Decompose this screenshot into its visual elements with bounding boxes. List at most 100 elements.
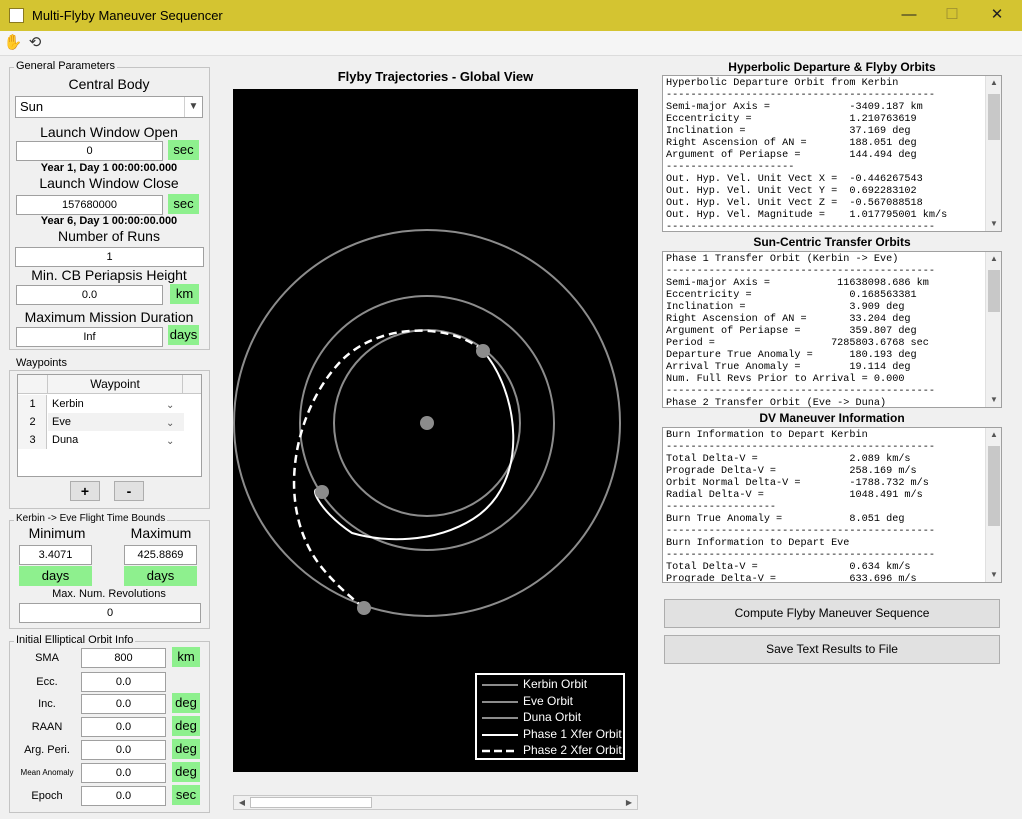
legend-label: Phase 2 Xfer Orbit [523, 743, 622, 757]
scroll-up-arrow[interactable]: ▲ [986, 76, 1001, 90]
epoch-input[interactable]: 0.0 [81, 786, 166, 806]
window-title: Multi-Flyby Maneuver Sequencer [32, 8, 223, 23]
scroll-left-arrow[interactable]: ◀ [236, 796, 248, 809]
hyperbolic-text: Hyperbolic Departure Orbit from Kerbin -… [666, 78, 948, 232]
eve-marker [315, 485, 329, 499]
waypoints-table[interactable]: Waypoint 1 Kerbin ⌄ 2 Eve ⌄ 3 Duna ⌄ [17, 374, 202, 477]
launch-open-input[interactable]: 0 [16, 141, 163, 161]
trajectory-svg [233, 229, 621, 617]
maximum-label: Maximum [130, 525, 192, 541]
scroll-down-arrow[interactable]: ▼ [986, 568, 1001, 582]
scroll-right-arrow[interactable]: ▶ [623, 796, 635, 809]
maximize-button[interactable]: ☐ [932, 3, 972, 27]
plot-scrollbar[interactable]: ◀ ▶ [233, 795, 638, 810]
ecc-input[interactable]: 0.0 [81, 672, 166, 692]
epoch-unit: sec [172, 785, 200, 805]
transfer-scrollbar[interactable]: ▲ ▼ [985, 252, 1001, 407]
compute-sequence-button[interactable]: Compute Flyby Maneuver Sequence [664, 599, 1000, 628]
scroll-thumb[interactable] [988, 270, 1000, 312]
remove-waypoint-button[interactable]: - [114, 481, 144, 501]
plot-legend: Kerbin Orbit Eve Orbit Duna Orbit Phase … [475, 673, 625, 760]
transfer-textbox[interactable]: Phase 1 Transfer Orbit (Kerbin -> Eve) -… [662, 251, 1002, 408]
dv-textbox[interactable]: Burn Information to Depart Kerbin ------… [662, 427, 1002, 583]
mean-anomaly-input[interactable]: 0.0 [81, 763, 166, 783]
sma-input[interactable]: 800 [81, 648, 166, 668]
rotate-icon[interactable]: ⟲ [25, 34, 45, 52]
waypoints-title: Waypoints [14, 357, 69, 369]
sun-marker [420, 416, 434, 430]
chevron-down-icon[interactable]: ⌄ [166, 433, 174, 450]
legend-label: Duna Orbit [523, 710, 582, 724]
hyperbolic-scrollbar[interactable]: ▲ ▼ [985, 76, 1001, 231]
central-body-value: Sun [20, 99, 44, 114]
legend-label: Kerbin Orbit [523, 677, 588, 691]
waypoint-cell[interactable]: Duna [52, 432, 182, 449]
min-flight-time-input[interactable]: 3.4071 [19, 545, 92, 565]
scroll-down-arrow[interactable]: ▼ [986, 393, 1001, 407]
chevron-down-icon[interactable]: ⌄ [166, 397, 174, 414]
max-duration-unit: days [168, 325, 199, 345]
max-revolutions-label: Max. Num. Revolutions [52, 588, 166, 600]
scroll-up-arrow[interactable]: ▲ [986, 252, 1001, 266]
arg-peri-label: Arg. Peri. [24, 744, 70, 756]
flight-time-bounds-title: Kerbin -> Eve Flight Time Bounds [14, 513, 168, 524]
launch-close-unit: sec [168, 194, 199, 214]
hyperbolic-textbox[interactable]: Hyperbolic Departure Orbit from Kerbin -… [662, 75, 1002, 232]
num-runs-input[interactable]: 1 [15, 247, 204, 267]
epoch-label: Epoch [31, 790, 63, 802]
min-flight-time-unit: days [19, 566, 92, 586]
trajectory-plot[interactable]: Kerbin Orbit Eve Orbit Duna Orbit Phase … [233, 89, 638, 772]
matlab-icon [9, 8, 24, 23]
arg-peri-unit: deg [172, 739, 200, 759]
waypoint-cell[interactable]: Kerbin [52, 396, 182, 413]
figure-toolbar [0, 31, 1022, 56]
dv-title: DV Maneuver Information [759, 411, 905, 425]
save-results-button[interactable]: Save Text Results to File [664, 635, 1000, 664]
raan-label: RAAN [31, 721, 63, 733]
central-body-label: Central Body [68, 76, 150, 92]
chevron-down-icon[interactable]: ⌄ [166, 415, 174, 432]
arg-peri-input[interactable]: 0.0 [81, 740, 166, 760]
inc-input[interactable]: 0.0 [81, 694, 166, 714]
launch-close-input[interactable]: 157680000 [16, 195, 163, 215]
launch-close-date: Year 6, Day 1 00:00:00.000 [40, 215, 178, 227]
general-parameters-title: General Parameters [14, 60, 118, 72]
duna-marker [357, 601, 371, 615]
close-button[interactable]: ✕ [977, 3, 1017, 27]
row-number: 3 [29, 434, 36, 446]
dv-scrollbar[interactable]: ▲ ▼ [985, 428, 1001, 582]
max-flight-time-input[interactable]: 425.8869 [124, 545, 197, 565]
plot-title: Flyby Trajectories - Global View [337, 69, 534, 84]
mean-anomaly-unit: deg [172, 762, 200, 782]
scroll-thumb[interactable] [988, 94, 1000, 140]
max-revolutions-input[interactable]: 0 [19, 603, 201, 623]
sma-unit: km [172, 647, 200, 667]
raan-input[interactable]: 0.0 [81, 717, 166, 737]
chevron-down-icon: ▼ [184, 97, 202, 117]
transfer-title: Sun-Centric Transfer Orbits [753, 235, 911, 249]
row-number: 2 [29, 416, 36, 428]
minimize-button[interactable]: — [889, 3, 929, 27]
inc-label: Inc. [38, 698, 56, 710]
max-duration-label: Maximum Mission Duration [24, 309, 194, 325]
add-waypoint-button[interactable]: + [70, 481, 100, 501]
min-periapsis-input[interactable]: 0.0 [16, 285, 163, 305]
scroll-up-arrow[interactable]: ▲ [986, 428, 1001, 442]
launch-open-unit: sec [168, 140, 199, 160]
pan-icon[interactable]: ✋ [3, 34, 23, 52]
scroll-thumb[interactable] [988, 446, 1000, 526]
launch-open-date: Year 1, Day 1 00:00:00.000 [40, 162, 178, 174]
waypoint-cell[interactable]: Eve [52, 414, 182, 431]
central-body-select[interactable]: Sun ▼ [15, 96, 203, 118]
waypoint-column-header[interactable]: Waypoint [47, 375, 183, 394]
initial-orbit-title: Initial Elliptical Orbit Info [14, 634, 136, 646]
launch-open-label: Launch Window Open [40, 124, 178, 140]
mean-anomaly-label: Mean Anomaly [20, 768, 74, 777]
inc-unit: deg [172, 693, 200, 713]
scroll-down-arrow[interactable]: ▼ [986, 217, 1001, 231]
transfer-text: Phase 1 Transfer Orbit (Kerbin -> Eve) -… [666, 254, 935, 408]
scroll-track[interactable] [250, 797, 372, 808]
max-duration-input[interactable]: Inf [16, 327, 163, 347]
legend-label: Eve Orbit [523, 694, 574, 708]
phase-2-xfer-orbit [292, 329, 484, 609]
